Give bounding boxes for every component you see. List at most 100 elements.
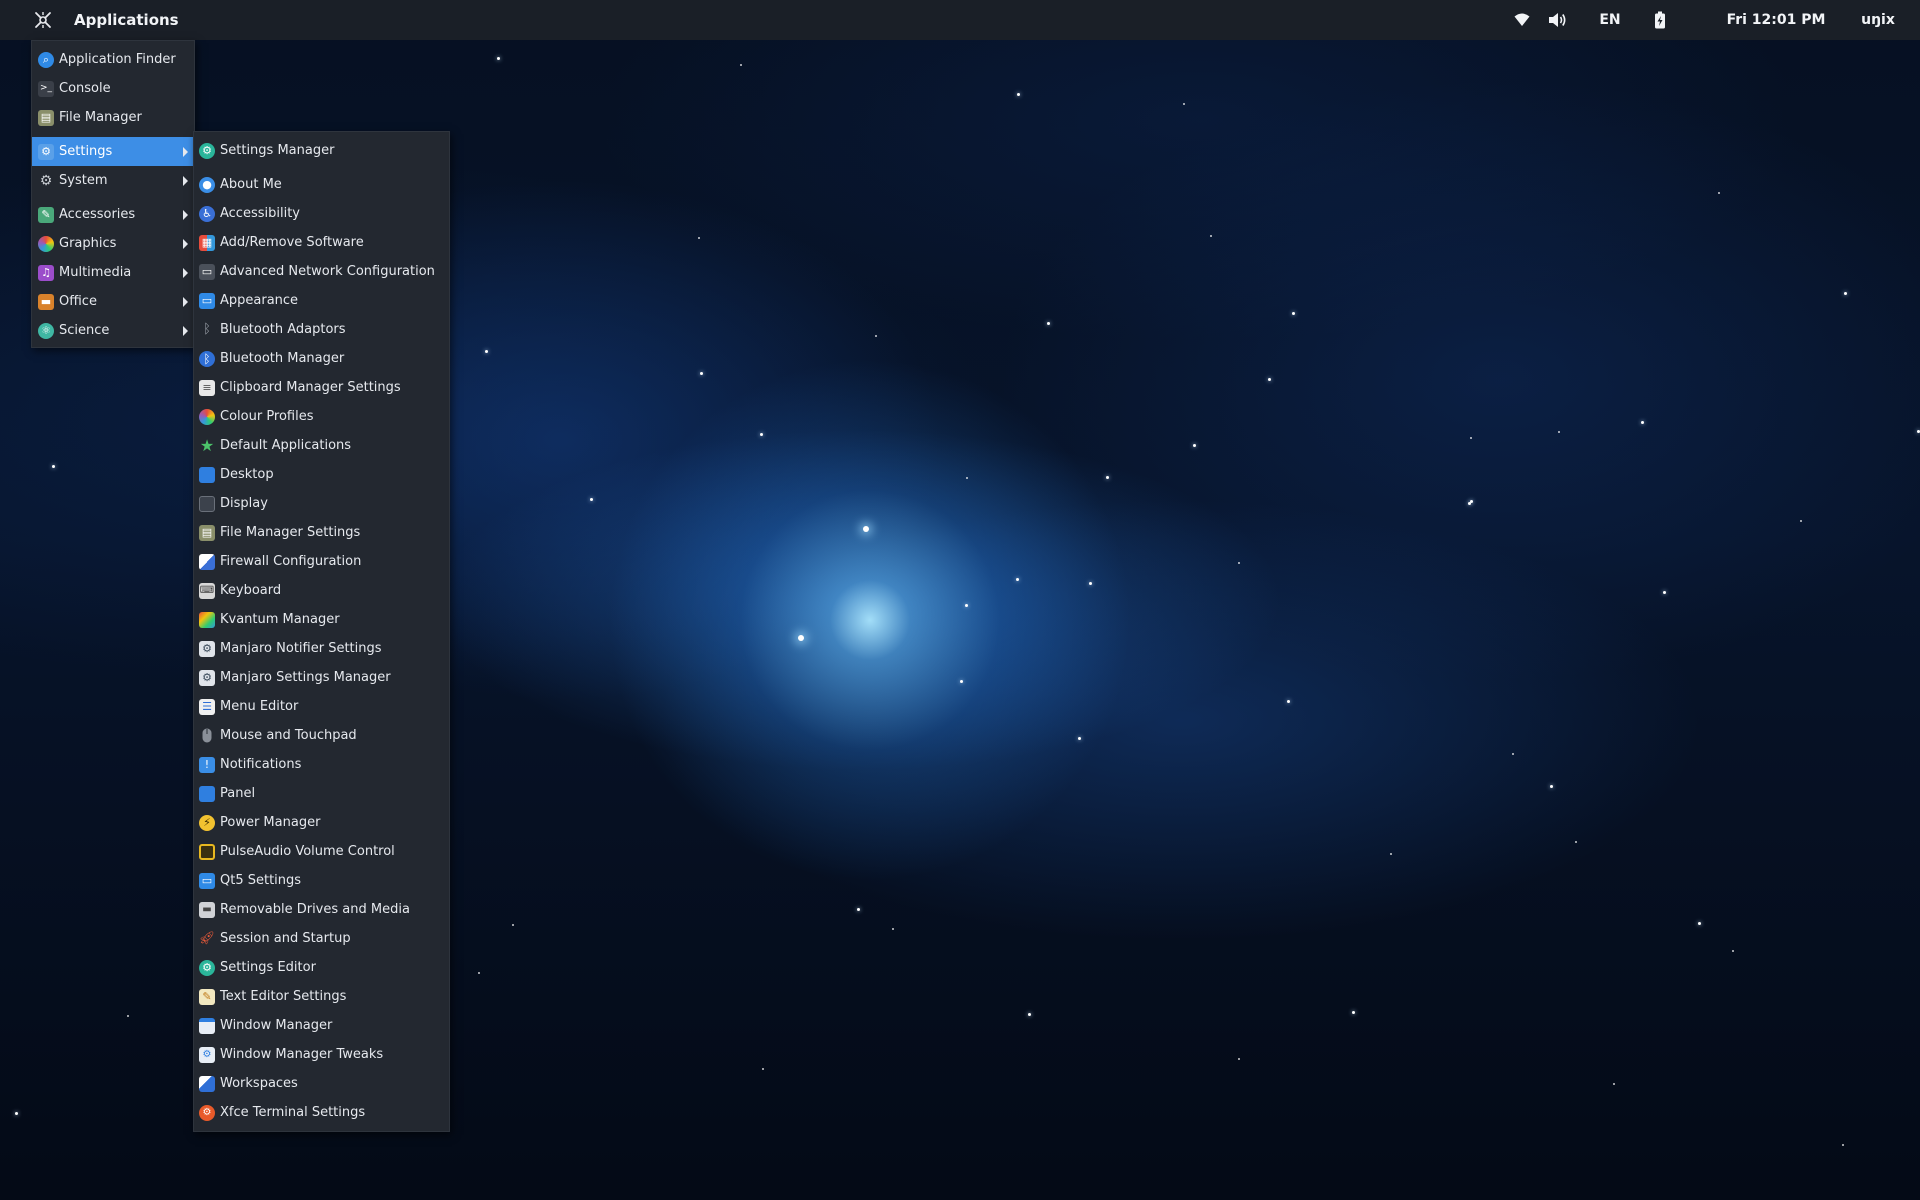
display-icon (199, 495, 215, 512)
user-menu[interactable]: uŋix (1846, 0, 1910, 40)
settings-submenu: ⚙ Settings Manager ● About Me ♿ Accessib… (193, 131, 450, 1132)
color-profile-icon (199, 408, 215, 425)
menu-item-xfce-terminal-settings[interactable]: ⚙ Xfce Terminal Settings (194, 1098, 449, 1127)
menu-item-window-manager-tweaks[interactable]: ⚙ Window Manager Tweaks (194, 1040, 449, 1069)
menu-item-firewall-configuration[interactable]: Firewall Configuration (194, 547, 449, 576)
submenu-arrow-icon (183, 296, 188, 307)
keyboard-layout-indicator[interactable]: EN (1586, 0, 1634, 40)
menu-item-manjaro-settings-manager[interactable]: ⚙ Manjaro Settings Manager (194, 663, 449, 692)
manjaro-icon: ⚙ (199, 669, 215, 686)
graphics-icon (38, 235, 54, 252)
menu-item-keyboard[interactable]: ⌨ Keyboard (194, 576, 449, 605)
menu-item-power-manager[interactable]: ⚡ Power Manager (194, 808, 449, 837)
system-tray: EN Fri 12:01 PM uŋix (1508, 0, 1920, 40)
qt-icon: ▭ (199, 872, 215, 889)
menu-item-science[interactable]: ⚛ Science (32, 316, 194, 345)
menu-item-accessibility[interactable]: ♿ Accessibility (194, 199, 449, 228)
software-icon: ▦ (199, 234, 215, 251)
menu-item-default-applications[interactable]: ★ Default Applications (194, 431, 449, 460)
menu-item-advanced-network-configuration[interactable]: ▭ Advanced Network Configuration (194, 257, 449, 286)
power-icon: ⚡ (199, 814, 215, 831)
search-icon: ⌕ (38, 51, 54, 68)
file-cabinet-icon: ▤ (38, 109, 54, 126)
applications-menu-button[interactable]: Applications (0, 0, 197, 40)
menu-item-settings-manager[interactable]: ⚙ Settings Manager (194, 136, 449, 165)
menu-item-system[interactable]: ⚙ System (32, 166, 194, 195)
submenu-arrow-icon (183, 267, 188, 278)
workspaces-icon (199, 1075, 215, 1092)
drive-icon: ▬ (199, 901, 215, 918)
multimedia-icon: ♫ (38, 264, 54, 281)
menu-item-console[interactable]: >_ Console (32, 74, 194, 103)
desktop-icon (199, 466, 215, 483)
firewall-icon (199, 553, 215, 570)
menu-item-colour-profiles[interactable]: Colour Profiles (194, 402, 449, 431)
menu-item-about-me[interactable]: ● About Me (194, 170, 449, 199)
menu-item-qt5-settings[interactable]: ▭ Qt5 Settings (194, 866, 449, 895)
top-panel: Applications EN Fri 12:01 PM uŋix (0, 0, 1920, 40)
menu-item-window-manager[interactable]: Window Manager (194, 1011, 449, 1040)
kvantum-icon (199, 611, 215, 628)
settings-icon: ⚙ (38, 143, 54, 160)
wifi-icon[interactable] (1508, 0, 1536, 40)
menu-item-office[interactable]: ▬ Office (32, 287, 194, 316)
menu-item-bluetooth-manager[interactable]: ᛒ Bluetooth Manager (194, 344, 449, 373)
menu-item-settings-editor[interactable]: ⚙ Settings Editor (194, 953, 449, 982)
terminal-settings-icon: ⚙ (199, 1104, 215, 1121)
bluetooth-icon: ᛒ (199, 350, 215, 367)
menu-item-bluetooth-adaptors[interactable]: ᛒ Bluetooth Adaptors (194, 315, 449, 344)
menu-item-manjaro-notifier-settings[interactable]: ⚙ Manjaro Notifier Settings (194, 634, 449, 663)
submenu-arrow-icon (183, 325, 188, 336)
menu-item-clipboard-manager-settings[interactable]: ≡ Clipboard Manager Settings (194, 373, 449, 402)
menu-item-panel[interactable]: Panel (194, 779, 449, 808)
window-tweaks-icon: ⚙ (199, 1046, 215, 1063)
menu-item-mouse-and-touchpad[interactable]: Mouse and Touchpad (194, 721, 449, 750)
menu-item-text-editor-settings[interactable]: ✎ Text Editor Settings (194, 982, 449, 1011)
volume-icon[interactable] (1540, 0, 1574, 40)
menu-item-file-manager-settings[interactable]: ▤ File Manager Settings (194, 518, 449, 547)
menu-item-desktop[interactable]: Desktop (194, 460, 449, 489)
gear-icon: ⚙ (39, 172, 53, 189)
menu-item-pulseaudio-volume-control[interactable]: PulseAudio Volume Control (194, 837, 449, 866)
menu-item-appearance[interactable]: ▭ Appearance (194, 286, 449, 315)
menu-item-workspaces[interactable]: Workspaces (194, 1069, 449, 1098)
user-icon: ● (199, 176, 215, 193)
network-icon: ▭ (199, 263, 215, 280)
applications-menu: ⌕ Application Finder >_ Console ▤ File M… (31, 40, 195, 348)
menu-item-display[interactable]: Display (194, 489, 449, 518)
speaker-icon (199, 843, 215, 860)
menu-item-application-finder[interactable]: ⌕ Application Finder (32, 45, 194, 74)
window-icon (199, 1017, 215, 1034)
clipboard-icon: ≡ (199, 379, 215, 396)
science-icon: ⚛ (38, 322, 54, 339)
pencil-icon: ✎ (199, 988, 215, 1005)
keyboard-icon: ⌨ (199, 582, 215, 599)
menu-item-accessories[interactable]: ✎ Accessories (32, 200, 194, 229)
menu-item-session-and-startup[interactable]: 🚀︎ Session and Startup (194, 924, 449, 953)
clock[interactable]: Fri 12:01 PM (1716, 0, 1836, 40)
submenu-arrow-icon (183, 209, 188, 220)
star-icon: ★ (199, 435, 215, 455)
menu-item-add-remove-software[interactable]: ▦ Add/Remove Software (194, 228, 449, 257)
menu-item-multimedia[interactable]: ♫ Multimedia (32, 258, 194, 287)
submenu-arrow-icon (183, 146, 188, 157)
panel-icon (199, 785, 215, 802)
file-cabinet-icon: ▤ (199, 524, 215, 541)
menu-item-file-manager[interactable]: ▤ File Manager (32, 103, 194, 132)
manjaro-icon: ⚙ (199, 640, 215, 657)
menu-item-menu-editor[interactable]: ☰ Menu Editor (194, 692, 449, 721)
menu-item-graphics[interactable]: Graphics (32, 229, 194, 258)
settings-manager-icon: ⚙ (199, 142, 215, 159)
bluetooth-icon: ᛒ (203, 322, 211, 337)
menu-editor-icon: ☰ (199, 698, 215, 715)
menu-item-removable-drives-and-media[interactable]: ▬ Removable Drives and Media (194, 895, 449, 924)
settings-editor-icon: ⚙ (199, 959, 215, 976)
applications-label: Applications (74, 11, 179, 29)
battery-charging-icon[interactable] (1646, 0, 1674, 40)
accessibility-icon: ♿ (199, 205, 215, 222)
menu-item-settings[interactable]: ⚙ Settings (32, 137, 194, 166)
mouse-icon (199, 728, 215, 744)
menu-item-notifications[interactable]: ! Notifications (194, 750, 449, 779)
submenu-arrow-icon (183, 175, 188, 186)
menu-item-kvantum-manager[interactable]: Kvantum Manager (194, 605, 449, 634)
